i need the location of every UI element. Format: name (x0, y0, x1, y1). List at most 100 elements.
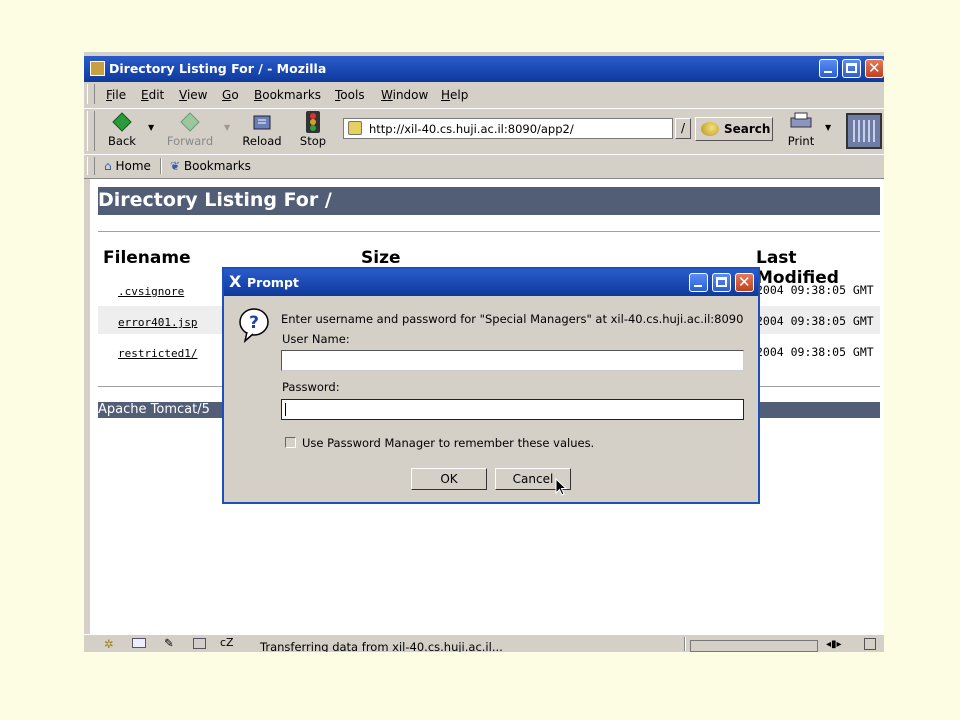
menu-bookmarks[interactable]: Bookmarks (254, 88, 321, 102)
page-heading-text: Directory Listing For / (98, 189, 332, 211)
dialog-close-button[interactable]: ✕ (735, 273, 754, 292)
go-button[interactable]: / (675, 118, 691, 139)
mozilla-logo-icon (853, 120, 875, 142)
stop-label: Stop (299, 134, 327, 148)
bookmarks-toolbar: ⌂ Home ❦ Bookmarks (84, 154, 884, 179)
back-dropdown-icon[interactable]: ▼ (148, 123, 154, 132)
maximize-icon (846, 63, 857, 73)
text-cursor (285, 403, 286, 416)
question-icon: ? (239, 308, 269, 343)
home-button[interactable]: ⌂ Home (104, 159, 151, 173)
mail-icon[interactable] (132, 638, 146, 648)
minimize-icon (824, 71, 832, 73)
menu-help[interactable]: Help (441, 88, 468, 102)
forward-arrow-icon (180, 112, 200, 132)
forward-button[interactable]: Forward (164, 109, 216, 151)
maximize-icon (716, 277, 727, 287)
navigator-icon[interactable]: ✲ (104, 637, 114, 651)
file-modified: 2004 09:38:05 GMT (756, 345, 874, 359)
address-book-icon[interactable] (193, 638, 206, 649)
password-label: Password: (282, 380, 340, 394)
maximize-button[interactable] (842, 59, 861, 78)
prompt-dialog: X Prompt ✕ ? Enter username and password… (222, 267, 760, 504)
mouse-pointer-icon (555, 478, 567, 496)
file-modified: 2004 09:38:05 GMT (756, 314, 874, 328)
search-label: Search (724, 122, 771, 136)
dialog-title: Prompt (247, 275, 299, 290)
dialog-titlebar[interactable]: X Prompt ✕ (224, 269, 758, 296)
url-field[interactable]: http://xil-40.cs.huji.ac.il:8090/app2/ (343, 118, 673, 139)
heading-divider (98, 231, 880, 232)
navigation-toolbar: Back ▼ Forward ▼ Reload Stop http://xil-… (84, 108, 884, 153)
server-footer-text: Apache Tomcat/5 (98, 402, 210, 417)
mozilla-icon (90, 61, 105, 76)
remember-label[interactable]: Use Password Manager to remember these v… (302, 436, 594, 450)
ok-label: OK (440, 472, 458, 486)
dialog-minimize-button[interactable] (689, 273, 708, 292)
reload-icon (253, 115, 271, 130)
status-separator (684, 637, 686, 651)
security-icon (864, 638, 876, 650)
search-icon (701, 122, 719, 136)
progress-meter (690, 640, 818, 652)
page-proxy-icon[interactable] (348, 121, 362, 135)
bookmarks-grip[interactable] (87, 157, 95, 175)
home-icon: ⌂ (104, 159, 112, 173)
svg-text:?: ? (249, 313, 259, 333)
remember-checkbox[interactable] (285, 437, 296, 448)
status-bar: ✲ ✎ cZ Transferring data from xil-40.cs.… (84, 634, 884, 652)
cancel-label: Cancel (512, 472, 554, 486)
print-button[interactable]: Print (784, 109, 818, 151)
dialog-maximize-button[interactable] (712, 273, 731, 292)
page-heading: Directory Listing For / (98, 187, 880, 215)
reload-label: Reload (242, 134, 282, 148)
minimize-button[interactable] (819, 59, 838, 78)
back-button[interactable]: Back (104, 109, 140, 151)
x-window-icon: X (229, 272, 242, 291)
menu-file[interactable]: File (106, 88, 126, 102)
bookmarks-button[interactable]: ❦ Bookmarks (170, 159, 251, 173)
menu-view[interactable]: View (179, 88, 207, 102)
username-label: User Name: (282, 332, 350, 346)
window-title: Directory Listing For / - Mozilla (109, 61, 327, 76)
menubar-grip[interactable] (87, 84, 95, 104)
menu-bar: File Edit View Go Bookmarks Tools Window… (84, 82, 884, 107)
file-modified: 2004 09:38:05 GMT (756, 283, 874, 297)
menu-tools[interactable]: Tools (335, 88, 365, 102)
connection-icon: ◂▮▸ (826, 639, 842, 650)
minimize-icon (694, 285, 702, 287)
reload-button[interactable]: Reload (240, 109, 284, 151)
back-label: Back (108, 134, 136, 148)
stop-button[interactable]: Stop (296, 109, 330, 151)
go-label: / (680, 121, 686, 135)
home-label: Home (115, 159, 151, 173)
bookmarks-label: Bookmarks (183, 159, 251, 173)
close-icon: ✕ (868, 59, 881, 77)
bookmarks-icon: ❦ (170, 159, 181, 173)
stop-icon (306, 111, 320, 133)
status-text: Transferring data from xil-40.cs.huji.ac… (260, 640, 503, 652)
window-titlebar[interactable]: Directory Listing For / - Mozilla ✕ (84, 56, 884, 82)
bookmarks-separator (160, 158, 162, 174)
menu-go[interactable]: Go (222, 88, 239, 102)
chatzilla-icon[interactable]: cZ (220, 636, 234, 649)
url-text: http://xil-40.cs.huji.ac.il:8090/app2/ (369, 122, 574, 136)
file-link[interactable]: restricted1/ (118, 347, 197, 360)
username-field[interactable] (281, 350, 744, 371)
toolbar-grip[interactable] (87, 111, 95, 151)
ok-button[interactable]: OK (411, 468, 487, 490)
search-button[interactable]: Search (695, 117, 773, 141)
back-arrow-icon (112, 112, 132, 132)
file-link[interactable]: .cvsignore (118, 285, 184, 298)
close-button[interactable]: ✕ (865, 59, 884, 78)
menu-window[interactable]: Window (381, 88, 428, 102)
password-field[interactable] (281, 399, 744, 420)
composer-icon[interactable]: ✎ (164, 636, 174, 650)
column-header-size: Size (361, 248, 401, 268)
print-dropdown-icon[interactable]: ▼ (825, 123, 831, 132)
menu-edit[interactable]: Edit (141, 88, 164, 102)
file-link[interactable]: error401.jsp (118, 316, 197, 329)
forward-dropdown-icon[interactable]: ▼ (224, 123, 230, 132)
close-icon: ✕ (738, 273, 751, 291)
throbber-logo[interactable] (846, 113, 882, 149)
